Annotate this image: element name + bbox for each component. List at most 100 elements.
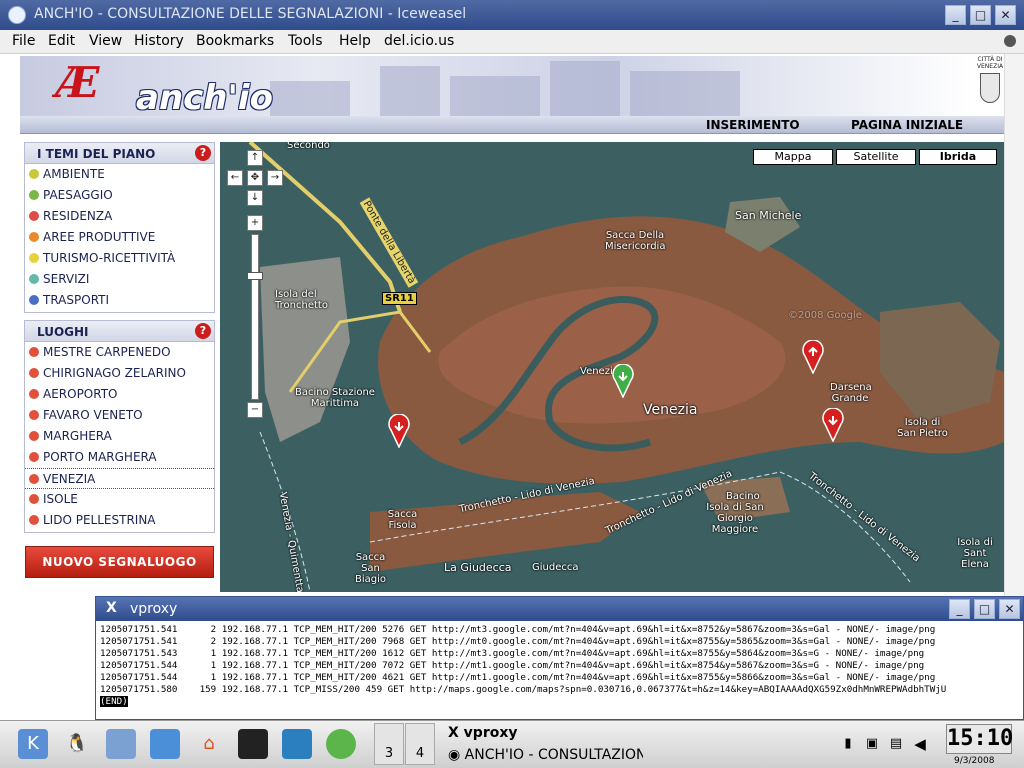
tema-item[interactable]: RESIDENZA xyxy=(25,206,214,227)
menu-help[interactable]: Help xyxy=(339,33,371,49)
menu-delicious[interactable]: del.icio.us xyxy=(384,33,454,49)
bullet-icon xyxy=(29,431,39,441)
tema-label: AREE PRODUTTIVE xyxy=(43,230,156,244)
menu-edit[interactable]: Edit xyxy=(48,33,75,49)
iceweasel-icon: ◉ xyxy=(448,747,465,763)
tema-label: SERVIZI xyxy=(43,272,90,286)
temi-panel: I TEMI DEL PIANO ? AMBIENTE PAESAGGIO RESI… xyxy=(24,142,215,313)
zoom-out-icon[interactable]: − xyxy=(247,402,263,418)
bullet-icon xyxy=(29,494,39,504)
satellite-map[interactable]: Secondo Ponte della Libertà SR11 Isola d… xyxy=(220,142,1004,592)
menu-tools[interactable]: Tools xyxy=(288,33,323,49)
luogo-label: MARGHERA xyxy=(43,429,112,443)
menu-history[interactable]: History xyxy=(134,33,184,49)
tema-item[interactable]: TURISMO-RICETTIVITÀ xyxy=(25,248,214,269)
home-icon[interactable]: ⌂ xyxy=(194,729,224,759)
pan-down-icon[interactable]: ↓ xyxy=(247,190,263,206)
pan-up-icon[interactable]: ↑ xyxy=(247,150,263,166)
bullet-icon xyxy=(29,389,39,399)
flag-icon[interactable]: ▣ xyxy=(862,729,882,759)
tema-item[interactable]: TRASPORTI xyxy=(25,290,214,311)
volume-icon[interactable]: ◀ xyxy=(910,729,930,759)
help-icon[interactable]: ? xyxy=(195,145,211,161)
menu-view[interactable]: View xyxy=(89,33,122,49)
close-button[interactable]: ✕ xyxy=(995,5,1016,25)
tema-item[interactable]: SERVIZI xyxy=(25,269,214,290)
zoom-in-icon[interactable]: + xyxy=(247,215,263,231)
iceweasel-icon xyxy=(8,6,26,24)
luogo-label: LIDO PELLESTRINA xyxy=(43,513,156,527)
red-marker-icon[interactable] xyxy=(802,340,824,374)
bullet-icon xyxy=(29,253,39,263)
nav-pagina-iniziale[interactable]: PAGINA INIZIALE xyxy=(851,118,963,132)
tema-label: RESIDENZA xyxy=(43,209,113,223)
pan-right-icon[interactable]: → xyxy=(267,170,283,186)
luogo-item[interactable]: ISOLE xyxy=(25,489,214,510)
luogo-item[interactable]: PORTO MARGHERA xyxy=(25,447,214,468)
help-icon[interactable]: ? xyxy=(195,323,211,339)
close-button[interactable]: ✕ xyxy=(999,599,1020,619)
luogo-item[interactable]: AEROPORTO xyxy=(25,384,214,405)
log-line: 1205071751.541 2 192.168.77.1 TCP_MEM_HI… xyxy=(100,636,936,647)
bullet-icon xyxy=(29,515,39,525)
maptype-mappa-button[interactable]: Mappa xyxy=(753,149,833,165)
desktop-3[interactable]: 3 xyxy=(374,723,404,765)
bullet-icon xyxy=(29,368,39,378)
update-icon[interactable] xyxy=(326,729,356,759)
tema-item[interactable]: AREE PRODUTTIVE xyxy=(25,227,214,248)
red-marker-icon[interactable] xyxy=(822,408,844,442)
desktop-4[interactable]: 4 xyxy=(405,723,435,765)
maximize-button[interactable]: □ xyxy=(970,5,991,25)
menu-file[interactable]: File xyxy=(12,33,35,49)
luogo-item[interactable]: CHIRIGNAGO ZELARINO xyxy=(25,363,214,384)
luogo-item[interactable]: MARGHERA xyxy=(25,426,214,447)
bullet-icon xyxy=(29,295,39,305)
kde-taskbar: K 🐧 ⌂ 3 4 X vproxy ◉ ANCH'IO - CONSULTAZ… xyxy=(0,720,1024,768)
task-vproxy[interactable]: X vproxy xyxy=(448,725,643,741)
windows-icon[interactable] xyxy=(106,729,136,759)
city-of-venice-logo: CITTÀ DI VENEZIA xyxy=(975,56,1005,114)
luogo-item[interactable]: VENEZIA xyxy=(25,468,214,489)
maximize-button[interactable]: □ xyxy=(974,599,995,619)
monitor-icon[interactable] xyxy=(282,729,312,759)
minimize-button[interactable]: _ xyxy=(949,599,970,619)
temi-title: I TEMI DEL PIANO ? xyxy=(25,143,214,164)
kde-menu-icon[interactable]: K xyxy=(18,729,48,759)
luogo-item[interactable]: MESTRE CARPENEDO xyxy=(25,342,214,363)
road-sr11-label: SR11 xyxy=(382,292,417,305)
log-line: 1205071751.580 159 192.168.77.1 TCP_MISS… xyxy=(100,684,947,695)
zoom-slider-handle[interactable] xyxy=(247,272,263,280)
luogo-item[interactable]: LIDO PELLESTRINA xyxy=(25,510,214,531)
task-anchio[interactable]: ◉ ANCH'IO - CONSULTAZIONE xyxy=(448,747,643,763)
header-banner: Æ anch'io xyxy=(20,56,1005,116)
network-icon[interactable]: ▤ xyxy=(886,729,906,759)
minimize-button[interactable]: _ xyxy=(945,5,966,25)
tema-item[interactable]: AMBIENTE xyxy=(25,164,214,185)
battery-icon[interactable]: ▮ xyxy=(838,729,858,759)
browser-title-bar: ANCH'IO - CONSULTAZIONE DELLE SEGNALAZIO… xyxy=(0,0,1024,30)
maptype-ibrida-button[interactable]: Ibrida xyxy=(919,149,997,165)
menu-bookmarks[interactable]: Bookmarks xyxy=(196,33,274,49)
luogo-label: MESTRE CARPENEDO xyxy=(43,345,171,359)
vproxy-window[interactable]: X vproxy _ □ ✕ 1205071751.541 2 192.168.… xyxy=(95,596,1024,720)
tema-item[interactable]: PAESAGGIO xyxy=(25,185,214,206)
proxy-log: 1205071751.541 2 192.168.77.1 TCP_MEM_HI… xyxy=(96,621,1023,711)
zoom-slider-track[interactable] xyxy=(251,234,259,400)
nuovo-segnaluogo-button[interactable]: NUOVO SEGNALUOGO xyxy=(25,546,214,578)
red-marker-icon[interactable] xyxy=(388,414,410,448)
log-line: 1205071751.543 1 192.168.77.1 TCP_MEM_HI… xyxy=(100,648,925,659)
pan-left-icon[interactable]: ← xyxy=(227,170,243,186)
green-marker-icon[interactable] xyxy=(612,364,634,398)
nav-inserimento[interactable]: INSERIMENTO xyxy=(706,118,800,132)
pan-center-icon[interactable]: ✥ xyxy=(247,170,263,186)
x-terminal-icon: X xyxy=(448,725,464,741)
paint-icon[interactable] xyxy=(150,729,180,759)
penguin-icon[interactable]: 🐧 xyxy=(62,729,92,759)
bullet-icon xyxy=(29,474,39,484)
terminal-icon[interactable] xyxy=(238,729,268,759)
tema-label: PAESAGGIO xyxy=(43,188,113,202)
luogo-item[interactable]: FAVARO VENETO xyxy=(25,405,214,426)
bullet-icon xyxy=(29,190,39,200)
maptype-satellite-button[interactable]: Satellite xyxy=(836,149,916,165)
clock[interactable]: 15:10 xyxy=(946,724,1013,754)
